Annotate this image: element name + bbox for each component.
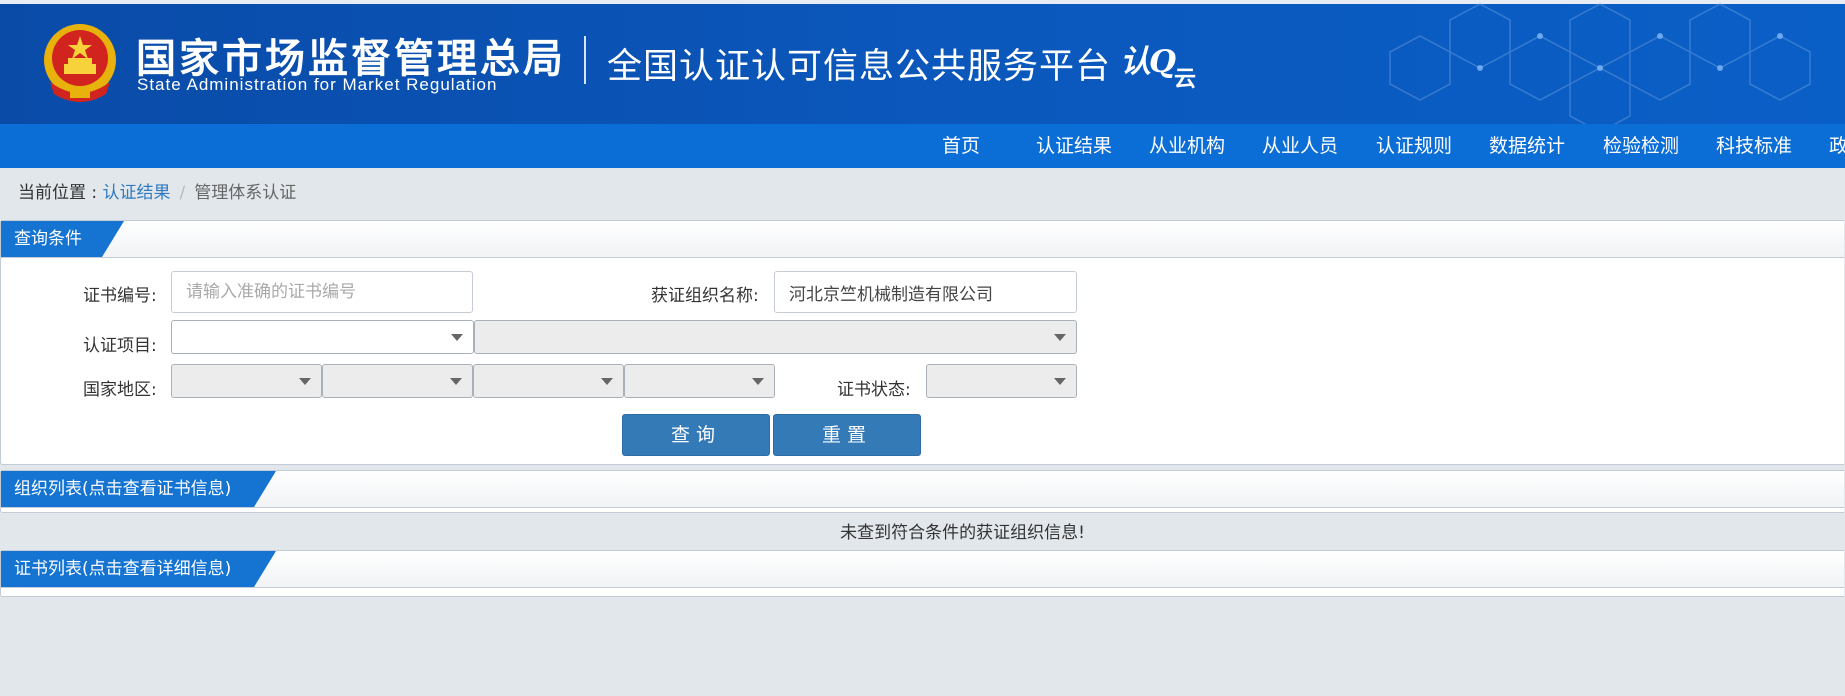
nav-item-cert-rules[interactable]: 认证规则 [1376,124,1452,168]
region-select-3[interactable] [473,364,624,398]
nav-item-statistics[interactable]: 数据统计 [1489,124,1565,168]
main-nav: 首页 认证结果 从业机构 从业人员 认证规则 数据统计 检验检测 科技标准 政 [0,124,1845,168]
hexagon-pattern-decoration [1389,3,1811,124]
org-list-title: 组织列表(点击查看证书信息) [1,471,276,507]
breadcrumb-link-cert-results[interactable]: 认证结果 [103,183,171,203]
nav-item-inspection[interactable]: 检验检测 [1603,124,1679,168]
brand-logo-part2: 云 [1174,66,1196,92]
search-button[interactable]: 查询 [622,414,770,456]
cert-project-select[interactable] [171,320,474,354]
chevron-down-icon [450,378,462,385]
platform-title: 全国认证认可信息公共服务平台 [607,47,1112,87]
region-label: 国家地区: [83,380,157,400]
reset-button[interactable]: 重置 [773,414,921,456]
cert-no-input[interactable] [171,271,473,313]
chevron-down-icon [752,378,764,385]
nav-item-cert-results[interactable]: 认证结果 [1036,124,1112,168]
cert-status-label: 证书状态: [837,380,911,400]
breadcrumb-separator: / [179,183,186,203]
cert-list-panel: 证书列表(点击查看详细信息) [0,550,1844,597]
cert-project-label: 认证项目: [83,336,157,356]
cert-list-title: 证书列表(点击查看详细信息) [1,551,276,587]
org-list-header: 组织列表(点击查看证书信息) [1,471,1844,508]
brand-logo-part1: 认 [1120,44,1151,80]
org-list-empty-message: 未查到符合条件的获证组织信息! [840,523,1085,543]
header-divider [584,36,586,84]
cert-status-select[interactable] [926,364,1077,398]
brand-logo-swirl: Q [1149,44,1176,80]
org-list-panel: 组织列表(点击查看证书信息) [0,470,1844,513]
breadcrumb-prefix: 当前位置 : [18,183,103,203]
region-select-4[interactable] [624,364,775,398]
cert-no-label: 证书编号: [83,286,157,306]
nav-item-institutions[interactable]: 从业机构 [1149,124,1225,168]
region-select-1[interactable] [171,364,322,398]
chevron-down-icon [1054,334,1066,341]
breadcrumb-current: 管理体系认证 [194,183,297,203]
breadcrumb: 当前位置 : 认证结果 / 管理体系认证 [18,178,296,203]
region-select-2[interactable] [322,364,473,398]
brand-logo: 认Q云 [1120,36,1196,92]
site-header: 国家市场监督管理总局 State Administration for Mark… [0,0,1845,124]
nav-item-personnel[interactable]: 从业人员 [1262,124,1338,168]
chevron-down-icon [601,378,613,385]
agency-name-en: State Administration for Market Regulati… [137,75,498,94]
national-emblem-icon [44,24,116,102]
query-panel: 查询条件 证书编号: 获证组织名称: 认证项目: 国家地区: 证书状态: [0,220,1844,465]
nav-item-home[interactable]: 首页 [942,124,980,168]
chevron-down-icon [451,334,463,341]
org-name-input[interactable] [774,271,1077,313]
chevron-down-icon [299,378,311,385]
query-panel-title: 查询条件 [1,221,124,257]
nav-item-policy[interactable]: 政 [1829,124,1845,168]
org-name-label: 获证组织名称: [651,286,759,306]
nav-item-tech-standards[interactable]: 科技标准 [1716,124,1792,168]
chevron-down-icon [1054,378,1066,385]
cert-list-header: 证书列表(点击查看详细信息) [1,551,1844,588]
query-panel-header: 查询条件 [1,221,1844,258]
cert-subproject-select[interactable] [474,320,1077,354]
